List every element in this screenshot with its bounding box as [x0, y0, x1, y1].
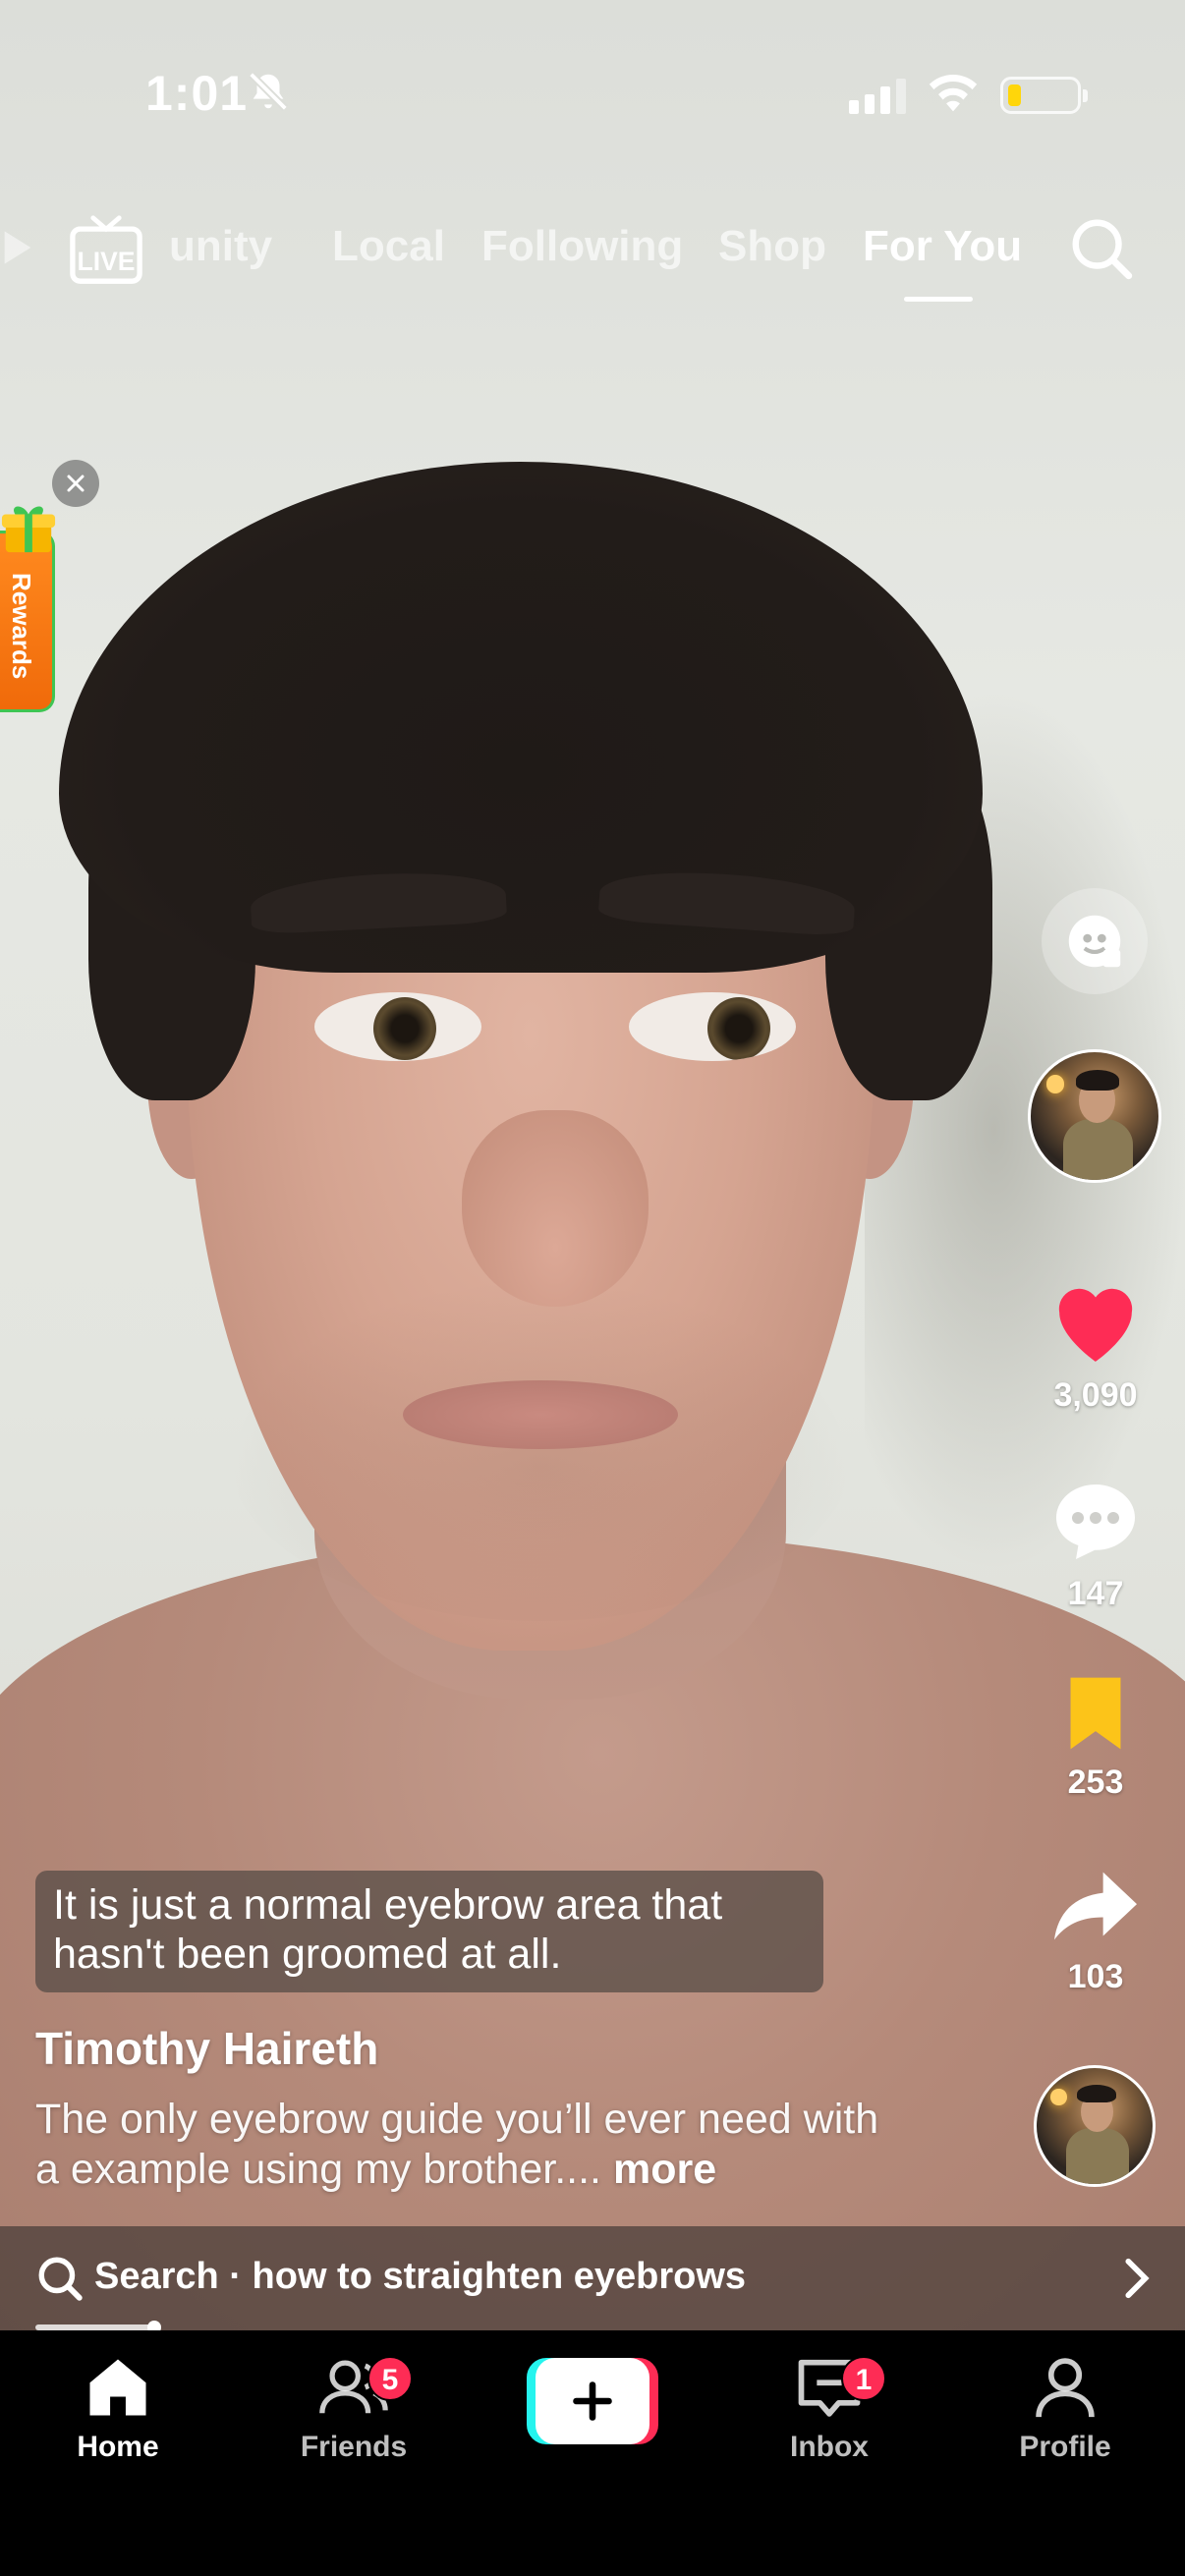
nav-inbox-label: Inbox	[790, 2431, 869, 2463]
nav-profile[interactable]: Profile	[967, 2350, 1163, 2464]
create-button[interactable]	[527, 2358, 658, 2444]
rewards-close-button[interactable]	[52, 460, 99, 507]
nav-profile-label: Profile	[1019, 2431, 1111, 2463]
comment-count: 147	[1067, 1575, 1124, 1612]
nav-home[interactable]: Home	[20, 2350, 216, 2464]
bookmark-button[interactable]: 253	[1032, 1674, 1159, 1802]
tab-for-you[interactable]: For You	[863, 222, 1022, 271]
search-suggestion-bar[interactable]: Search · how to straighten eyebrows	[0, 2226, 1185, 2330]
cellular-signal-icon	[849, 75, 906, 114]
video-subject-stubble	[226, 1277, 855, 1621]
play-icon[interactable]	[0, 228, 35, 267]
inbox-badge: 1	[841, 2356, 886, 2401]
rewards-label: Rewards	[7, 573, 36, 680]
friends-badge: 5	[367, 2356, 413, 2401]
nav-friends-label: Friends	[300, 2431, 408, 2463]
bottom-navigation: Home Friends 5 Inbox 1 Profile	[0, 2330, 1185, 2576]
wifi-icon	[929, 74, 978, 112]
bookmark-count: 253	[1067, 1764, 1124, 1801]
nav-inbox[interactable]: Inbox 1	[731, 2350, 928, 2464]
comment-icon	[1056, 1484, 1135, 1559]
top-tab-bar: LIVE unity Local Following Shop For You	[0, 206, 1185, 305]
video-subject-hair	[59, 462, 983, 973]
video-subject-eye	[629, 992, 796, 1061]
more-link[interactable]: more	[613, 2146, 716, 2193]
tab-local[interactable]: Local	[332, 222, 445, 271]
nav-home-label: Home	[77, 2431, 159, 2463]
tab-community[interactable]: unity	[169, 222, 272, 271]
live-icon[interactable]: LIVE	[69, 214, 143, 285]
status-bar: 1:01	[0, 0, 1185, 187]
rewards-tab[interactable]: Rewards	[0, 531, 55, 712]
active-tab-indicator	[904, 297, 973, 302]
heart-icon	[1058, 1288, 1133, 1362]
share-button[interactable]: 103	[1032, 1865, 1159, 1996]
like-count: 3,090	[1053, 1376, 1138, 1414]
description-text: The only eyebrow guide you’ll ever need …	[35, 2096, 879, 2193]
tab-shop[interactable]: Shop	[718, 222, 826, 271]
profile-icon	[1036, 2358, 1095, 2418]
plus-icon	[573, 2381, 612, 2421]
video-subject-lips	[403, 1380, 678, 1449]
ai-assistant-button[interactable]	[1042, 888, 1148, 994]
share-arrow-icon	[1054, 1872, 1137, 1940]
live-label: LIVE	[78, 247, 136, 276]
video-subject-nose	[462, 1110, 649, 1307]
status-time: 1:01	[145, 66, 249, 121]
silent-bell-icon	[249, 72, 288, 111]
share-count: 103	[1067, 1958, 1124, 1995]
chevron-right-icon	[1125, 2258, 1150, 2299]
bookmark-icon	[1070, 1677, 1121, 1750]
tab-following[interactable]: Following	[481, 222, 683, 271]
sound-disc-avatar[interactable]	[1034, 2065, 1156, 2187]
smiley-bot-icon	[1068, 915, 1121, 968]
search-icon	[38, 2257, 83, 2301]
battery-icon	[1000, 77, 1088, 114]
search-suggestion-text: Search · how to straighten eyebrows	[94, 2256, 747, 2297]
author-name[interactable]: Timothy Haireth	[35, 2022, 378, 2075]
like-button[interactable]: 3,090	[1032, 1277, 1159, 1415]
search-icon[interactable]	[1067, 214, 1136, 283]
creator-avatar[interactable]	[1028, 1049, 1161, 1183]
comment-button[interactable]: 147	[1032, 1476, 1159, 1613]
close-icon	[67, 475, 85, 492]
home-icon	[89, 2359, 146, 2416]
video-description[interactable]: The only eyebrow guide you’ll ever need …	[35, 2095, 900, 2195]
video-caption-overlay: It is just a normal eyebrow area that ha…	[35, 1871, 823, 1992]
gift-icon	[1, 506, 56, 553]
nav-friends[interactable]: Friends 5	[255, 2350, 452, 2464]
video-subject-eye	[314, 992, 481, 1061]
